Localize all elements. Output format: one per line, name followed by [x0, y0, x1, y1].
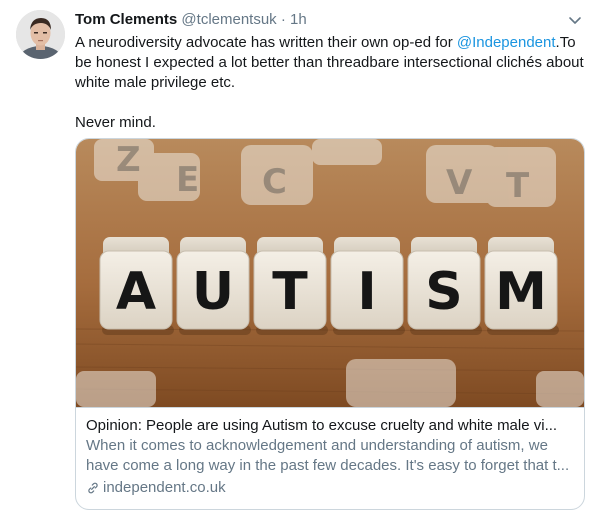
card-description: When it comes to acknowledgement and und… [86, 437, 570, 474]
tweet-text-pre: A neurodiversity advocate has written th… [75, 34, 457, 51]
card-text: Opinion: People are using Autism to excu… [76, 407, 584, 498]
tweet-header: Tom Clements @tclementsuk · 1h [75, 10, 583, 32]
link-card[interactable]: E C V T Z AUTISM Opinion: People are usi… [75, 138, 585, 510]
svg-text:V: V [446, 163, 473, 203]
die-letter: M [495, 262, 547, 322]
card-domain-text: independent.co.uk [103, 479, 226, 496]
die-letter: T [272, 262, 308, 322]
letter-die: I [330, 237, 405, 335]
link-icon [88, 482, 98, 494]
avatar-image [16, 10, 65, 59]
tweet-text: A neurodiversity advocate has written th… [75, 33, 587, 133]
die-letter: S [425, 262, 462, 322]
svg-text:T: T [506, 166, 530, 206]
svg-text:E: E [176, 160, 199, 200]
separator-dot: · [280, 11, 286, 28]
author-handle[interactable]: @tclementsuk [181, 11, 276, 28]
letter-die: M [484, 237, 559, 335]
letter-die: U [176, 237, 251, 335]
card-title: Opinion: People are using Autism to excu… [86, 417, 558, 434]
die-letter: U [192, 262, 234, 322]
letter-die: T [253, 237, 328, 335]
card-image[interactable]: E C V T Z AUTISM [76, 139, 584, 407]
letter-die: S [407, 237, 482, 335]
avatar[interactable] [16, 10, 65, 59]
svg-text:Z: Z [116, 140, 141, 180]
tweet-paragraph: A neurodiversity advocate has written th… [75, 33, 587, 93]
tweet-timestamp[interactable]: 1h [290, 11, 307, 28]
die-letter: A [116, 262, 156, 322]
author-name[interactable]: Tom Clements [75, 11, 177, 28]
mention-link[interactable]: @Independent [457, 34, 556, 51]
tweet-paragraph-2: Never mind. [75, 114, 156, 131]
letter-die: A [99, 237, 174, 335]
card-domain: independent.co.uk [86, 478, 574, 498]
die-letter: I [357, 262, 376, 322]
chevron-down-icon[interactable] [567, 12, 583, 28]
tweet: Tom Clements @tclementsuk · 1h A neurodi… [0, 0, 603, 519]
svg-text:C: C [262, 162, 287, 202]
